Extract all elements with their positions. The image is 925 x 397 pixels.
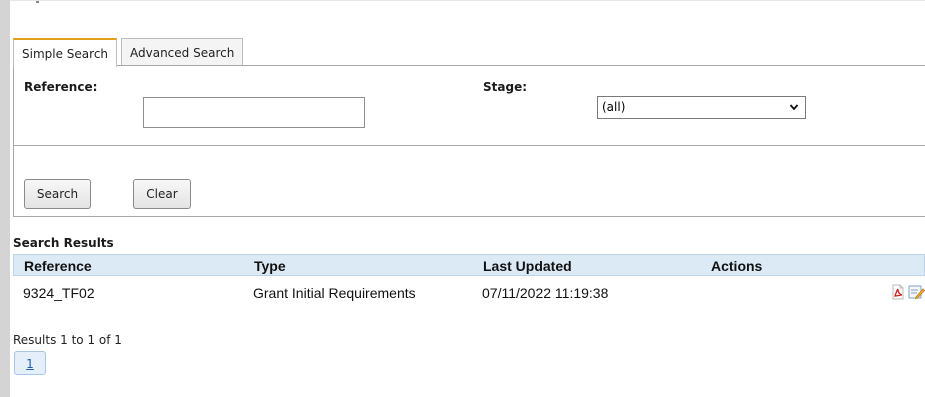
cell-reference: 9324_TF02 bbox=[23, 285, 95, 301]
column-header-actions: Actions bbox=[711, 258, 763, 274]
column-header-last-updated: Last Updated bbox=[483, 258, 572, 274]
pagination-page-1[interactable]: 1 bbox=[14, 351, 46, 375]
left-gutter bbox=[0, 0, 10, 397]
reference-label: Reference: bbox=[24, 80, 98, 94]
pdf-icon[interactable] bbox=[891, 284, 905, 300]
results-title: Search Results bbox=[13, 236, 114, 250]
table-row: 9324_TF02 Grant Initial Requirements 07/… bbox=[13, 276, 925, 308]
panel-divider bbox=[13, 145, 925, 146]
results-table-header: Reference Type Last Updated Actions bbox=[13, 254, 925, 276]
stage-select[interactable]: (all) bbox=[597, 96, 806, 119]
search-button[interactable]: Search bbox=[24, 179, 91, 209]
tab-advanced-search[interactable]: Advanced Search bbox=[121, 38, 244, 66]
cell-type: Grant Initial Requirements bbox=[253, 285, 416, 301]
cell-last-updated: 07/11/2022 11:19:38 bbox=[482, 285, 609, 301]
edit-icon[interactable] bbox=[908, 284, 925, 300]
reference-input[interactable] bbox=[143, 97, 365, 128]
top-border bbox=[10, 0, 925, 1]
column-header-reference: Reference bbox=[24, 258, 92, 274]
stage-select-value: (all) bbox=[602, 100, 626, 114]
chevron-down-icon bbox=[789, 97, 799, 125]
stage-label: Stage: bbox=[483, 80, 528, 94]
tab-simple-search[interactable]: Simple Search bbox=[13, 38, 118, 67]
results-count: Results 1 to 1 of 1 bbox=[13, 333, 122, 347]
column-header-type: Type bbox=[254, 258, 286, 274]
clear-button[interactable]: Clear bbox=[133, 179, 191, 209]
top-fragment bbox=[36, 1, 39, 3]
